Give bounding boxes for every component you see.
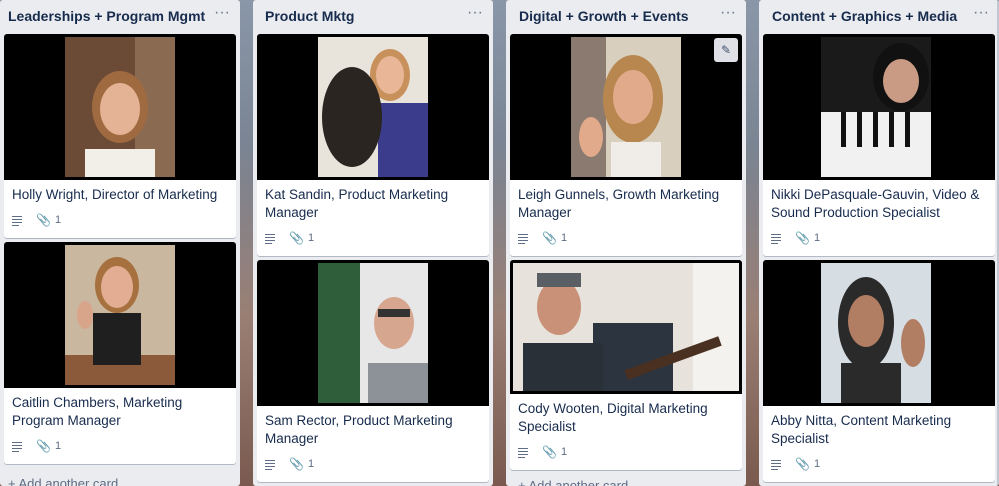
paperclip-icon: 📎 <box>795 457 810 471</box>
attachment-badge: 📎 1 <box>289 457 314 471</box>
description-icon <box>771 459 781 471</box>
paperclip-icon: 📎 <box>289 457 304 471</box>
description-icon <box>518 447 528 459</box>
card-title: Abby Nitta, Content Marketing Specialist <box>771 413 952 446</box>
list-title[interactable]: Content + Graphics + Media <box>772 8 957 24</box>
card-badges: 📎 1 <box>257 222 489 248</box>
card-title: Sam Rector, Product Marketing Manager <box>265 413 453 446</box>
attachment-badge: 📎 1 <box>542 231 567 245</box>
card-photo <box>65 245 175 385</box>
description-icon <box>12 441 22 453</box>
paperclip-icon: 📎 <box>36 213 51 227</box>
card-photo <box>65 37 175 177</box>
card-abby-nitta[interactable]: Abby Nitta, Content Marketing Specialist… <box>763 260 995 482</box>
description-icon <box>265 233 275 245</box>
card-title: Cody Wooten, Digital Marketing Specialis… <box>518 401 708 434</box>
card-title: Holly Wright, Director of Marketing <box>12 187 218 202</box>
paperclip-icon: 📎 <box>542 231 557 245</box>
list-content-graphics: Content + Graphics + Media ··· Nikki DeP… <box>759 0 999 486</box>
list-product-mktg: Product Mktg ··· Kat Sandin, Product Mar… <box>253 0 493 486</box>
paperclip-icon: 📎 <box>795 231 810 245</box>
card-badges: 📎 1 <box>510 222 742 248</box>
description-icon <box>518 233 528 245</box>
attachment-count: 1 <box>54 214 62 226</box>
paperclip-icon: 📎 <box>36 439 51 453</box>
card-cover <box>257 260 489 406</box>
card-kat-sandin[interactable]: Kat Sandin, Product Marketing Manager 📎 … <box>257 34 489 256</box>
attachment-badge: 📎 1 <box>795 457 820 471</box>
attachment-badge: 📎 1 <box>36 439 61 453</box>
card-photo <box>571 37 681 177</box>
card-badges: 📎 1 <box>257 448 489 474</box>
attachment-count: 1 <box>560 232 568 244</box>
card-cover <box>763 260 995 406</box>
card-cover <box>257 34 489 180</box>
list-header[interactable]: Content + Graphics + Media ··· <box>759 0 999 33</box>
edit-card-button[interactable]: ✎ <box>714 38 738 62</box>
attachment-count: 1 <box>54 440 62 452</box>
card-badges: 📎 1 <box>4 430 236 456</box>
list-leadership: Leaderships + Program Mgmt ··· Holly Wri… <box>0 0 240 486</box>
add-card-button[interactable]: + Add another card <box>8 476 118 486</box>
card-sam-rector[interactable]: Sam Rector, Product Marketing Manager 📎 … <box>257 260 489 482</box>
list-menu-icon[interactable]: ··· <box>214 4 230 22</box>
card-photo <box>821 263 931 403</box>
add-card-button[interactable]: + Add another card <box>518 478 628 486</box>
attachment-badge: 📎 1 <box>542 445 567 459</box>
list-header[interactable]: Leaderships + Program Mgmt ··· <box>0 0 240 33</box>
list-header[interactable]: Digital + Growth + Events ··· <box>506 0 746 33</box>
card-cover <box>510 260 742 394</box>
list-digital-growth: Digital + Growth + Events ··· ✎ Leigh Gu… <box>506 0 746 486</box>
paperclip-icon: 📎 <box>542 445 557 459</box>
attachment-badge: 📎 1 <box>289 231 314 245</box>
pencil-icon: ✎ <box>720 43 732 57</box>
card-title: Caitlin Chambers, Marketing Program Mana… <box>12 395 183 428</box>
card-badges: 📎 1 <box>510 436 742 462</box>
card-leigh-gunnels[interactable]: ✎ Leigh Gunnels, Growth Marketing Manage… <box>510 34 742 256</box>
description-icon <box>771 233 781 245</box>
card-photo <box>318 263 428 403</box>
card-cover: ✎ <box>510 34 742 180</box>
card-photo <box>513 263 739 391</box>
card-title: Leigh Gunnels, Growth Marketing Manager <box>518 187 720 220</box>
attachment-count: 1 <box>813 232 821 244</box>
board: Leaderships + Program Mgmt ··· Holly Wri… <box>0 0 999 486</box>
attachment-badge: 📎 1 <box>795 231 820 245</box>
description-icon <box>12 215 22 227</box>
card-cover <box>4 242 236 388</box>
card-badges: 📎 1 <box>763 448 995 474</box>
description-icon <box>265 459 275 471</box>
list-menu-icon[interactable]: ··· <box>720 4 736 22</box>
attachment-count: 1 <box>813 458 821 470</box>
card-caitlin-chambers[interactable]: Caitlin Chambers, Marketing Program Mana… <box>4 242 236 464</box>
list-header[interactable]: Product Mktg ··· <box>253 0 493 33</box>
paperclip-icon: 📎 <box>289 231 304 245</box>
card-badges: 📎 1 <box>4 204 236 230</box>
attachment-count: 1 <box>307 232 315 244</box>
card-nikki-depasquale[interactable]: Nikki DePasquale-Gauvin, Video & Sound P… <box>763 34 995 256</box>
card-photo <box>821 37 931 177</box>
attachment-badge: 📎 1 <box>36 213 61 227</box>
list-title[interactable]: Product Mktg <box>265 8 354 24</box>
list-menu-icon[interactable]: ··· <box>973 4 989 22</box>
card-holly-wright[interactable]: Holly Wright, Director of Marketing 📎 1 <box>4 34 236 238</box>
list-title[interactable]: Digital + Growth + Events <box>519 8 689 24</box>
list-title[interactable]: Leaderships + Program Mgmt <box>8 8 205 24</box>
card-cover <box>4 34 236 180</box>
card-photo <box>318 37 428 177</box>
card-badges: 📎 1 <box>763 222 995 248</box>
attachment-count: 1 <box>307 458 315 470</box>
list-menu-icon[interactable]: ··· <box>467 4 483 22</box>
card-title: Nikki DePasquale-Gauvin, Video & Sound P… <box>771 187 980 220</box>
card-title: Kat Sandin, Product Marketing Manager <box>265 187 449 220</box>
card-cody-wooten[interactable]: Cody Wooten, Digital Marketing Specialis… <box>510 260 742 470</box>
attachment-count: 1 <box>560 446 568 458</box>
card-cover <box>763 34 995 180</box>
